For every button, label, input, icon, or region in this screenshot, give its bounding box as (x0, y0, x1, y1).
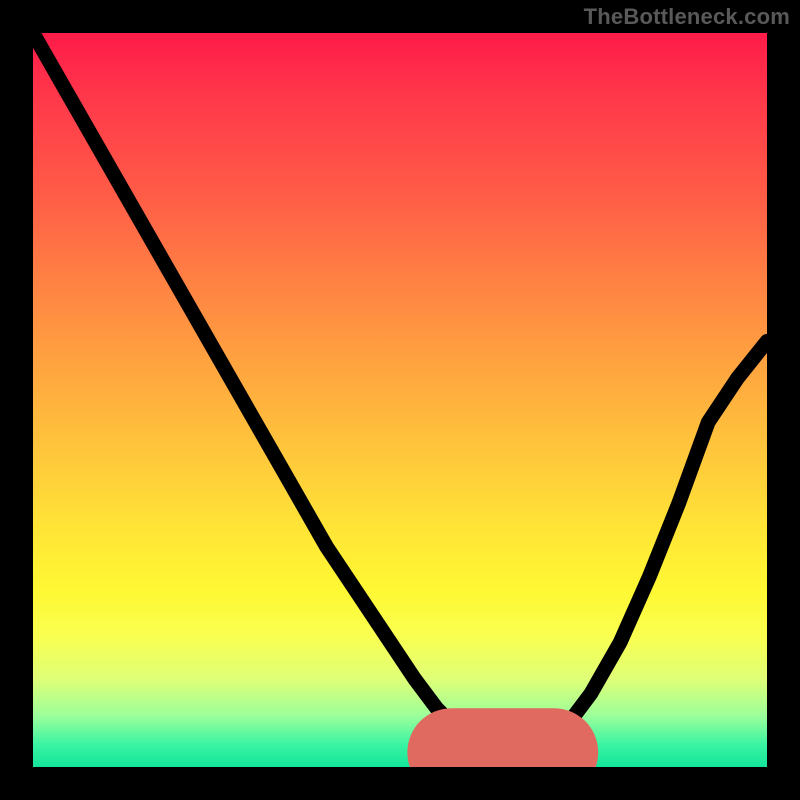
watermark-text: TheBottleneck.com (584, 4, 790, 30)
bottleneck-curve (33, 33, 767, 752)
chart-frame: TheBottleneck.com (0, 0, 800, 800)
chart-svg (33, 33, 767, 767)
plot-area (33, 33, 767, 767)
valley-start-dot (443, 744, 459, 760)
